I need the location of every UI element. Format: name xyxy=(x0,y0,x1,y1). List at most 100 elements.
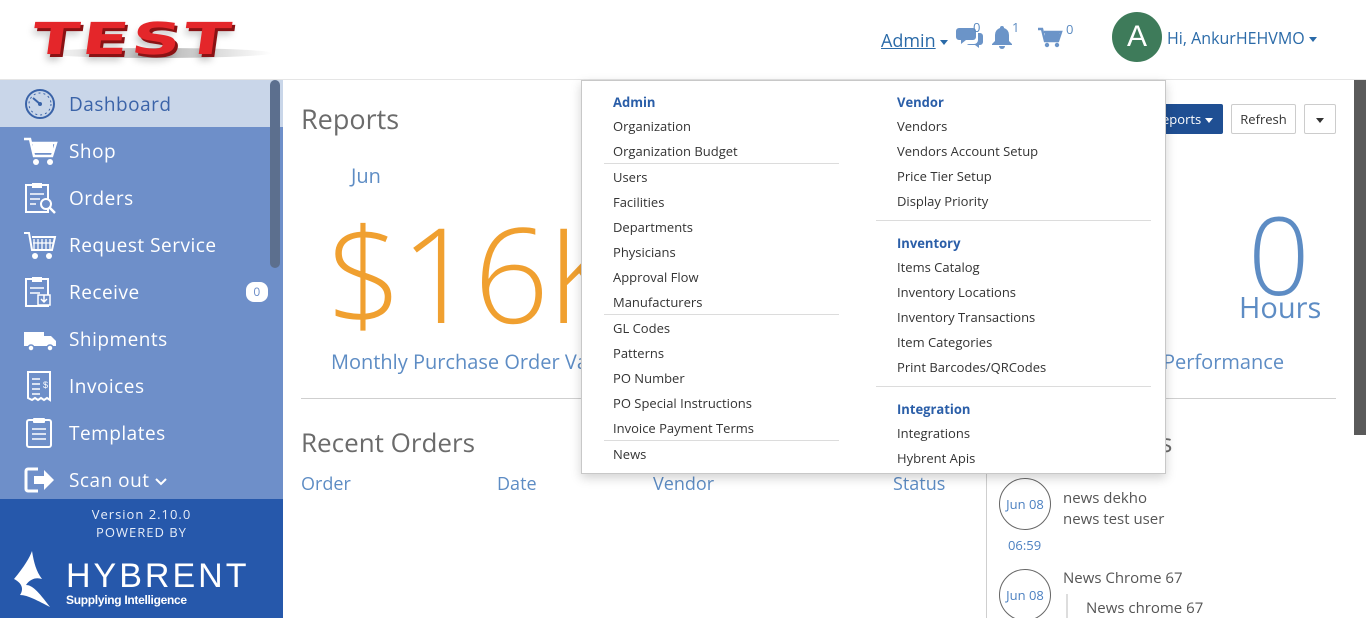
menu-item-invoice-payment-terms[interactable]: Invoice Payment Terms xyxy=(613,419,754,437)
reports-dropdown-button[interactable]: eports xyxy=(1158,104,1223,134)
app-version: Version 2.10.0 xyxy=(91,505,192,523)
sidebar-item-label: Invoices xyxy=(69,373,145,399)
menu-heading-admin: Admin xyxy=(613,93,656,111)
menu-divider xyxy=(876,220,1151,221)
menu-item-users[interactable]: Users xyxy=(613,168,647,186)
menu-item-inventory-transactions[interactable]: Inventory Transactions xyxy=(897,308,1035,326)
orders-icon xyxy=(25,183,56,214)
brand-tagline: Supplying Intelligence xyxy=(66,593,187,607)
notification-count: 1 xyxy=(1012,18,1020,36)
cart-icon[interactable] xyxy=(1037,27,1063,49)
cart-count: 0 xyxy=(1066,20,1074,38)
sidebar-item-label: Templates xyxy=(69,420,166,446)
menu-item-organization-budget[interactable]: Organization Budget xyxy=(613,142,738,160)
menu-item-integrations[interactable]: Integrations xyxy=(897,424,970,442)
sidebar-item-dashboard[interactable]: Dashboard xyxy=(0,80,283,127)
menu-item-po-special-instructions[interactable]: PO Special Instructions xyxy=(613,394,752,412)
menu-divider xyxy=(604,314,839,315)
menu-item-news[interactable]: News xyxy=(613,445,646,463)
sidebar-item-shop[interactable]: Shop xyxy=(0,127,283,174)
menu-item-print-barcodes[interactable]: Print Barcodes/QRCodes xyxy=(897,358,1046,376)
hours-label: Hours xyxy=(1239,288,1322,327)
dashboard-icon xyxy=(25,89,55,119)
refresh-button[interactable]: Refresh xyxy=(1231,104,1296,134)
menu-item-items-catalog[interactable]: Items Catalog xyxy=(897,258,980,276)
news-panel-border xyxy=(986,468,987,618)
menu-item-gl-codes[interactable]: GL Codes xyxy=(613,319,670,337)
recent-orders-title: Recent Orders xyxy=(301,424,476,460)
sidebar-item-label: Orders xyxy=(69,185,134,211)
menu-item-physicians[interactable]: Physicians xyxy=(613,243,676,261)
sidebar-item-label: Dashboard xyxy=(69,91,172,117)
sidebar-item-orders[interactable]: Orders xyxy=(0,174,283,221)
news-item-title[interactable]: news dekho xyxy=(1063,488,1147,508)
news-date-badge: Jun 08 xyxy=(999,569,1051,618)
menu-item-price-tier-setup[interactable]: Price Tier Setup xyxy=(897,167,992,185)
menu-item-hybrent-apis[interactable]: Hybrent Apis xyxy=(897,449,975,467)
main-scrollbar[interactable] xyxy=(1354,80,1366,435)
monthly-po-label: Monthly Purchase Order Va xyxy=(331,348,588,375)
sidebar-item-shipments[interactable]: Shipments xyxy=(0,315,283,362)
sidebar-item-label: Request Service xyxy=(69,232,217,258)
sidebar-item-receive[interactable]: Receive 0 xyxy=(0,268,283,315)
performance-label: Performance xyxy=(1163,348,1285,375)
menu-heading-integration: Integration xyxy=(897,400,971,418)
chevron-down-icon xyxy=(1316,118,1324,123)
menu-item-facilities[interactable]: Facilities xyxy=(613,193,664,211)
admin-menu-toggle[interactable]: Admin xyxy=(881,29,948,53)
sidebar-item-request-service[interactable]: Request Service xyxy=(0,221,283,268)
chat-count: 0 xyxy=(973,18,981,36)
menu-item-po-number[interactable]: PO Number xyxy=(613,369,685,387)
sidebar-item-invoices[interactable]: $ Invoices xyxy=(0,362,283,409)
menu-item-patterns[interactable]: Patterns xyxy=(613,344,664,362)
chevron-down-icon xyxy=(939,39,948,45)
menu-item-item-categories[interactable]: Item Categories xyxy=(897,333,992,351)
page-title: Reports xyxy=(301,100,400,137)
receive-count-badge: 0 xyxy=(246,282,268,302)
col-header-status[interactable]: Status xyxy=(893,472,945,496)
receive-icon xyxy=(25,277,51,307)
col-header-vendor[interactable]: Vendor xyxy=(653,472,714,496)
chevron-down-icon xyxy=(155,478,167,486)
menu-item-display-priority[interactable]: Display Priority xyxy=(897,192,988,210)
sidebar-item-label: Shipments xyxy=(69,326,168,352)
admin-menu-label: Admin xyxy=(881,29,936,53)
bell-icon[interactable] xyxy=(990,24,1014,50)
logo-text: TEST xyxy=(28,14,238,65)
col-header-date[interactable]: Date xyxy=(497,472,537,496)
sidebar-item-label: Scan out xyxy=(69,467,167,493)
menu-divider xyxy=(876,386,1151,387)
menu-heading-inventory: Inventory xyxy=(897,234,961,252)
avatar[interactable]: A xyxy=(1112,12,1162,62)
user-greeting: Hi, AnkurHEHVMO xyxy=(1167,27,1305,49)
sidebar-item-scan-out[interactable]: Scan out xyxy=(0,456,283,503)
templates-icon xyxy=(26,418,52,448)
more-options-button[interactable] xyxy=(1304,104,1336,134)
sidebar-item-templates[interactable]: Templates xyxy=(0,409,283,456)
sidebar: Dashboard Shop Orders Request Service Re… xyxy=(0,80,283,618)
chevron-down-icon xyxy=(1205,118,1214,124)
menu-item-vendors-account-setup[interactable]: Vendors Account Setup xyxy=(897,142,1038,160)
svg-text:$: $ xyxy=(43,380,49,390)
truck-icon xyxy=(24,332,56,352)
menu-item-vendors[interactable]: Vendors xyxy=(897,117,947,135)
news-item-body: news test user xyxy=(1063,509,1165,529)
sidebar-scrollbar[interactable] xyxy=(270,80,280,268)
col-header-order[interactable]: Order xyxy=(301,472,351,496)
cart-icon xyxy=(24,137,58,165)
menu-heading-vendor: Vendor xyxy=(897,93,944,111)
menu-item-approval-flow[interactable]: Approval Flow xyxy=(613,268,699,286)
user-menu-toggle[interactable]: Hi, AnkurHEHVMO xyxy=(1167,27,1317,49)
news-time: 06:59 xyxy=(1008,536,1042,554)
menu-divider xyxy=(604,440,839,441)
menu-item-departments[interactable]: Departments xyxy=(613,218,693,236)
hybrent-bird-icon xyxy=(14,551,50,607)
monthly-po-value: $16K xyxy=(327,182,624,362)
menu-item-organization[interactable]: Organization xyxy=(613,117,691,135)
menu-item-manufacturers[interactable]: Manufacturers xyxy=(613,293,702,311)
menu-item-inventory-locations[interactable]: Inventory Locations xyxy=(897,283,1016,301)
news-item-title[interactable]: News Chrome 67 xyxy=(1063,568,1183,588)
request-service-icon xyxy=(24,232,57,259)
company-logo[interactable]: TEST xyxy=(29,14,276,70)
chevron-down-icon xyxy=(1308,37,1317,43)
